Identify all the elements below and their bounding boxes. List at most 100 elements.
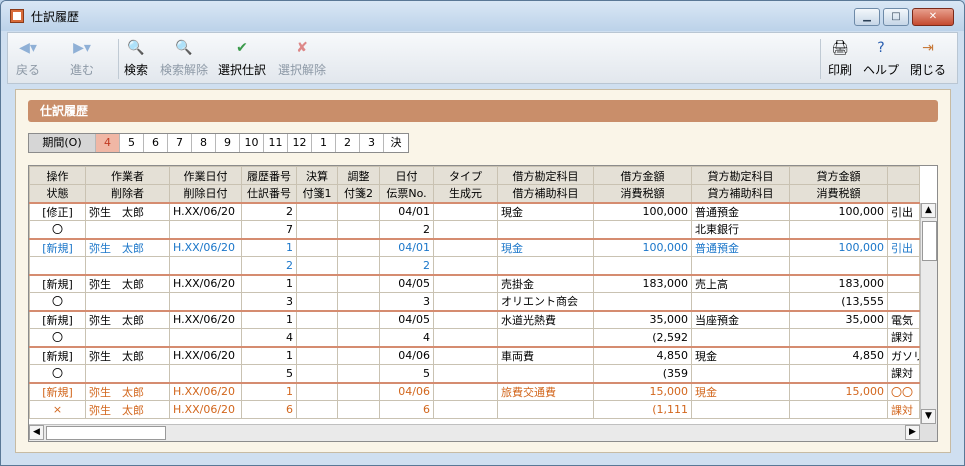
period-closing[interactable]: 決 (384, 134, 408, 152)
period-7[interactable]: 7 (168, 134, 192, 152)
column-header[interactable]: 操作 (29, 166, 86, 185)
grid-cell: 35,000 (789, 309, 888, 329)
period-5[interactable]: 5 (120, 134, 144, 152)
column-header[interactable]: 貸方勘定科目 (691, 166, 790, 185)
column-header[interactable]: 履歴番号 (241, 166, 297, 185)
grid-cell: 1 (241, 309, 297, 329)
grid-cell (497, 220, 594, 239)
grid-cell (337, 220, 380, 239)
period-9[interactable]: 9 (216, 134, 240, 152)
table-row[interactable]: [修正] 弥生 太郎 H.XX/06/20 2 04/01 現金 100,000 普通預金 10… (29, 201, 920, 221)
column-header[interactable]: 付箋1 (296, 184, 338, 203)
section-title: 仕訳履歴 (28, 100, 938, 122)
grid-cell (433, 309, 498, 329)
select-entry-button[interactable]: ✔ 選択仕訳 (218, 39, 266, 78)
column-header[interactable]: 借方金額 (593, 166, 692, 185)
column-header[interactable] (887, 166, 920, 185)
grid-cell (85, 328, 170, 347)
column-header[interactable]: 削除者 (85, 184, 170, 203)
grid-cell: 3 (241, 292, 297, 311)
period-8[interactable]: 8 (192, 134, 216, 152)
grid-cell: H.XX/06/20 (169, 309, 242, 329)
search-button[interactable]: 🔍 検索 (124, 39, 148, 78)
scroll-down-icon[interactable]: ▼ (921, 409, 936, 424)
maximize-button[interactable]: □ (883, 8, 909, 26)
column-header[interactable]: 消費税額 (789, 184, 888, 203)
period-10[interactable]: 10 (240, 134, 264, 152)
grid-cell: 現金 (497, 237, 594, 257)
column-header[interactable]: タイプ (433, 166, 498, 185)
print-button[interactable]: 🖨 印刷 (828, 39, 852, 78)
column-header[interactable]: 消費税額 (593, 184, 692, 203)
deselect-button[interactable]: ✘ 選択解除 (278, 39, 326, 78)
scroll-up-icon[interactable]: ▲ (921, 203, 936, 218)
close-button[interactable]: ⇥ 閉じる (910, 39, 946, 78)
vertical-scrollbar[interactable]: ▲ ▼ (920, 203, 937, 424)
grid-cell (593, 220, 692, 239)
grid-cell: 課対 (887, 400, 920, 419)
column-header[interactable]: 貸方補助科目 (691, 184, 790, 203)
column-header[interactable]: 借方勘定科目 (497, 166, 594, 185)
grid-cell (433, 345, 498, 365)
grid-cell (296, 364, 338, 383)
column-header[interactable] (887, 184, 920, 203)
period-3[interactable]: 3 (360, 134, 384, 152)
table-row[interactable]: × 弥生 太郎 H.XX/06/20 6 6 (1,111 課対 (29, 400, 920, 419)
scroll-left-icon[interactable]: ◀ (29, 425, 44, 440)
column-header[interactable]: 削除日付 (169, 184, 242, 203)
period-11[interactable]: 11 (264, 134, 288, 152)
grid-cell (691, 328, 790, 347)
window-title: 仕訳履歴 (31, 10, 80, 24)
table-row[interactable]: 22 (29, 256, 920, 275)
column-header[interactable]: 伝票No. (379, 184, 434, 203)
scroll-right-icon[interactable]: ▶ (905, 425, 920, 440)
period-4[interactable]: 4 (96, 134, 120, 152)
table-row[interactable]: [新規] 弥生 太郎 H.XX/06/20 1 04/06 旅費交通費 15,000 現金 15… (29, 381, 920, 401)
period-6[interactable]: 6 (144, 134, 168, 152)
grid-cell (337, 381, 380, 401)
column-header[interactable]: 付箋2 (337, 184, 380, 203)
column-header[interactable]: 仕訳番号 (241, 184, 297, 203)
period-12[interactable]: 12 (288, 134, 312, 152)
table-row[interactable]: 〇 7 2 北東銀行 (29, 220, 920, 239)
column-header[interactable]: 借方補助科目 (497, 184, 594, 203)
grid-cell (433, 400, 498, 419)
grid-cell (789, 328, 888, 347)
column-header[interactable]: 作業者 (85, 166, 170, 185)
table-row[interactable]: [新規] 弥生 太郎 H.XX/06/20 1 04/06 車両費 4,850 現金 4,850… (29, 345, 920, 365)
table-row[interactable]: [新規] 弥生 太郎 H.XX/06/20 1 04/01 現金 100,000 普通預金 10… (29, 237, 920, 257)
table-row[interactable]: 〇 3 3 オリエント商会 (13,555 (29, 292, 920, 311)
column-header[interactable]: 状態 (29, 184, 86, 203)
vertical-scroll-thumb[interactable] (922, 221, 937, 261)
table-row[interactable]: 〇 4 4 (2,592 課対 (29, 328, 920, 347)
horizontal-scroll-thumb[interactable] (46, 426, 166, 440)
minimize-button[interactable]: ▁ (854, 8, 880, 26)
grid-cell (887, 256, 920, 275)
help-button[interactable]: ? ヘルプ (863, 39, 899, 78)
close-window-button[interactable]: ✕ (912, 8, 954, 26)
forward-button[interactable]: ▶▾ 進む (70, 39, 94, 78)
column-header[interactable]: 生成元 (433, 184, 498, 203)
table-row[interactable]: [新規] 弥生 太郎 H.XX/06/20 1 04/05 水道光熱費 35,000 当座預金… (29, 309, 920, 329)
grid-cell: 15,000 (593, 381, 692, 401)
column-header[interactable]: 調整 (337, 166, 380, 185)
grid-cell: 04/01 (379, 201, 434, 221)
scroll-corner (920, 424, 937, 441)
period-label[interactable]: 期間(O) (29, 134, 96, 152)
clear-search-button[interactable]: 🔍 検索解除 (160, 39, 208, 78)
back-button[interactable]: ◀▾ 戻る (16, 39, 40, 78)
table-row[interactable]: 〇 5 5 (359 課対 (29, 364, 920, 383)
grid-cell (433, 256, 498, 275)
grid-cell: 弥生 太郎 (85, 201, 170, 221)
period-2[interactable]: 2 (336, 134, 360, 152)
grid-cell (593, 292, 692, 311)
table-row[interactable]: [新規] 弥生 太郎 H.XX/06/20 1 04/05 売掛金 183,000 売上高 18… (29, 273, 920, 293)
grid-cell (497, 400, 594, 419)
period-1[interactable]: 1 (312, 134, 336, 152)
column-header[interactable]: 決算 (296, 166, 338, 185)
column-header[interactable]: 作業日付 (169, 166, 242, 185)
help-icon: ? (877, 40, 885, 56)
horizontal-scrollbar[interactable]: ◀ ▶ (29, 424, 920, 441)
column-header[interactable]: 日付 (379, 166, 434, 185)
column-header[interactable]: 貸方金額 (789, 166, 888, 185)
